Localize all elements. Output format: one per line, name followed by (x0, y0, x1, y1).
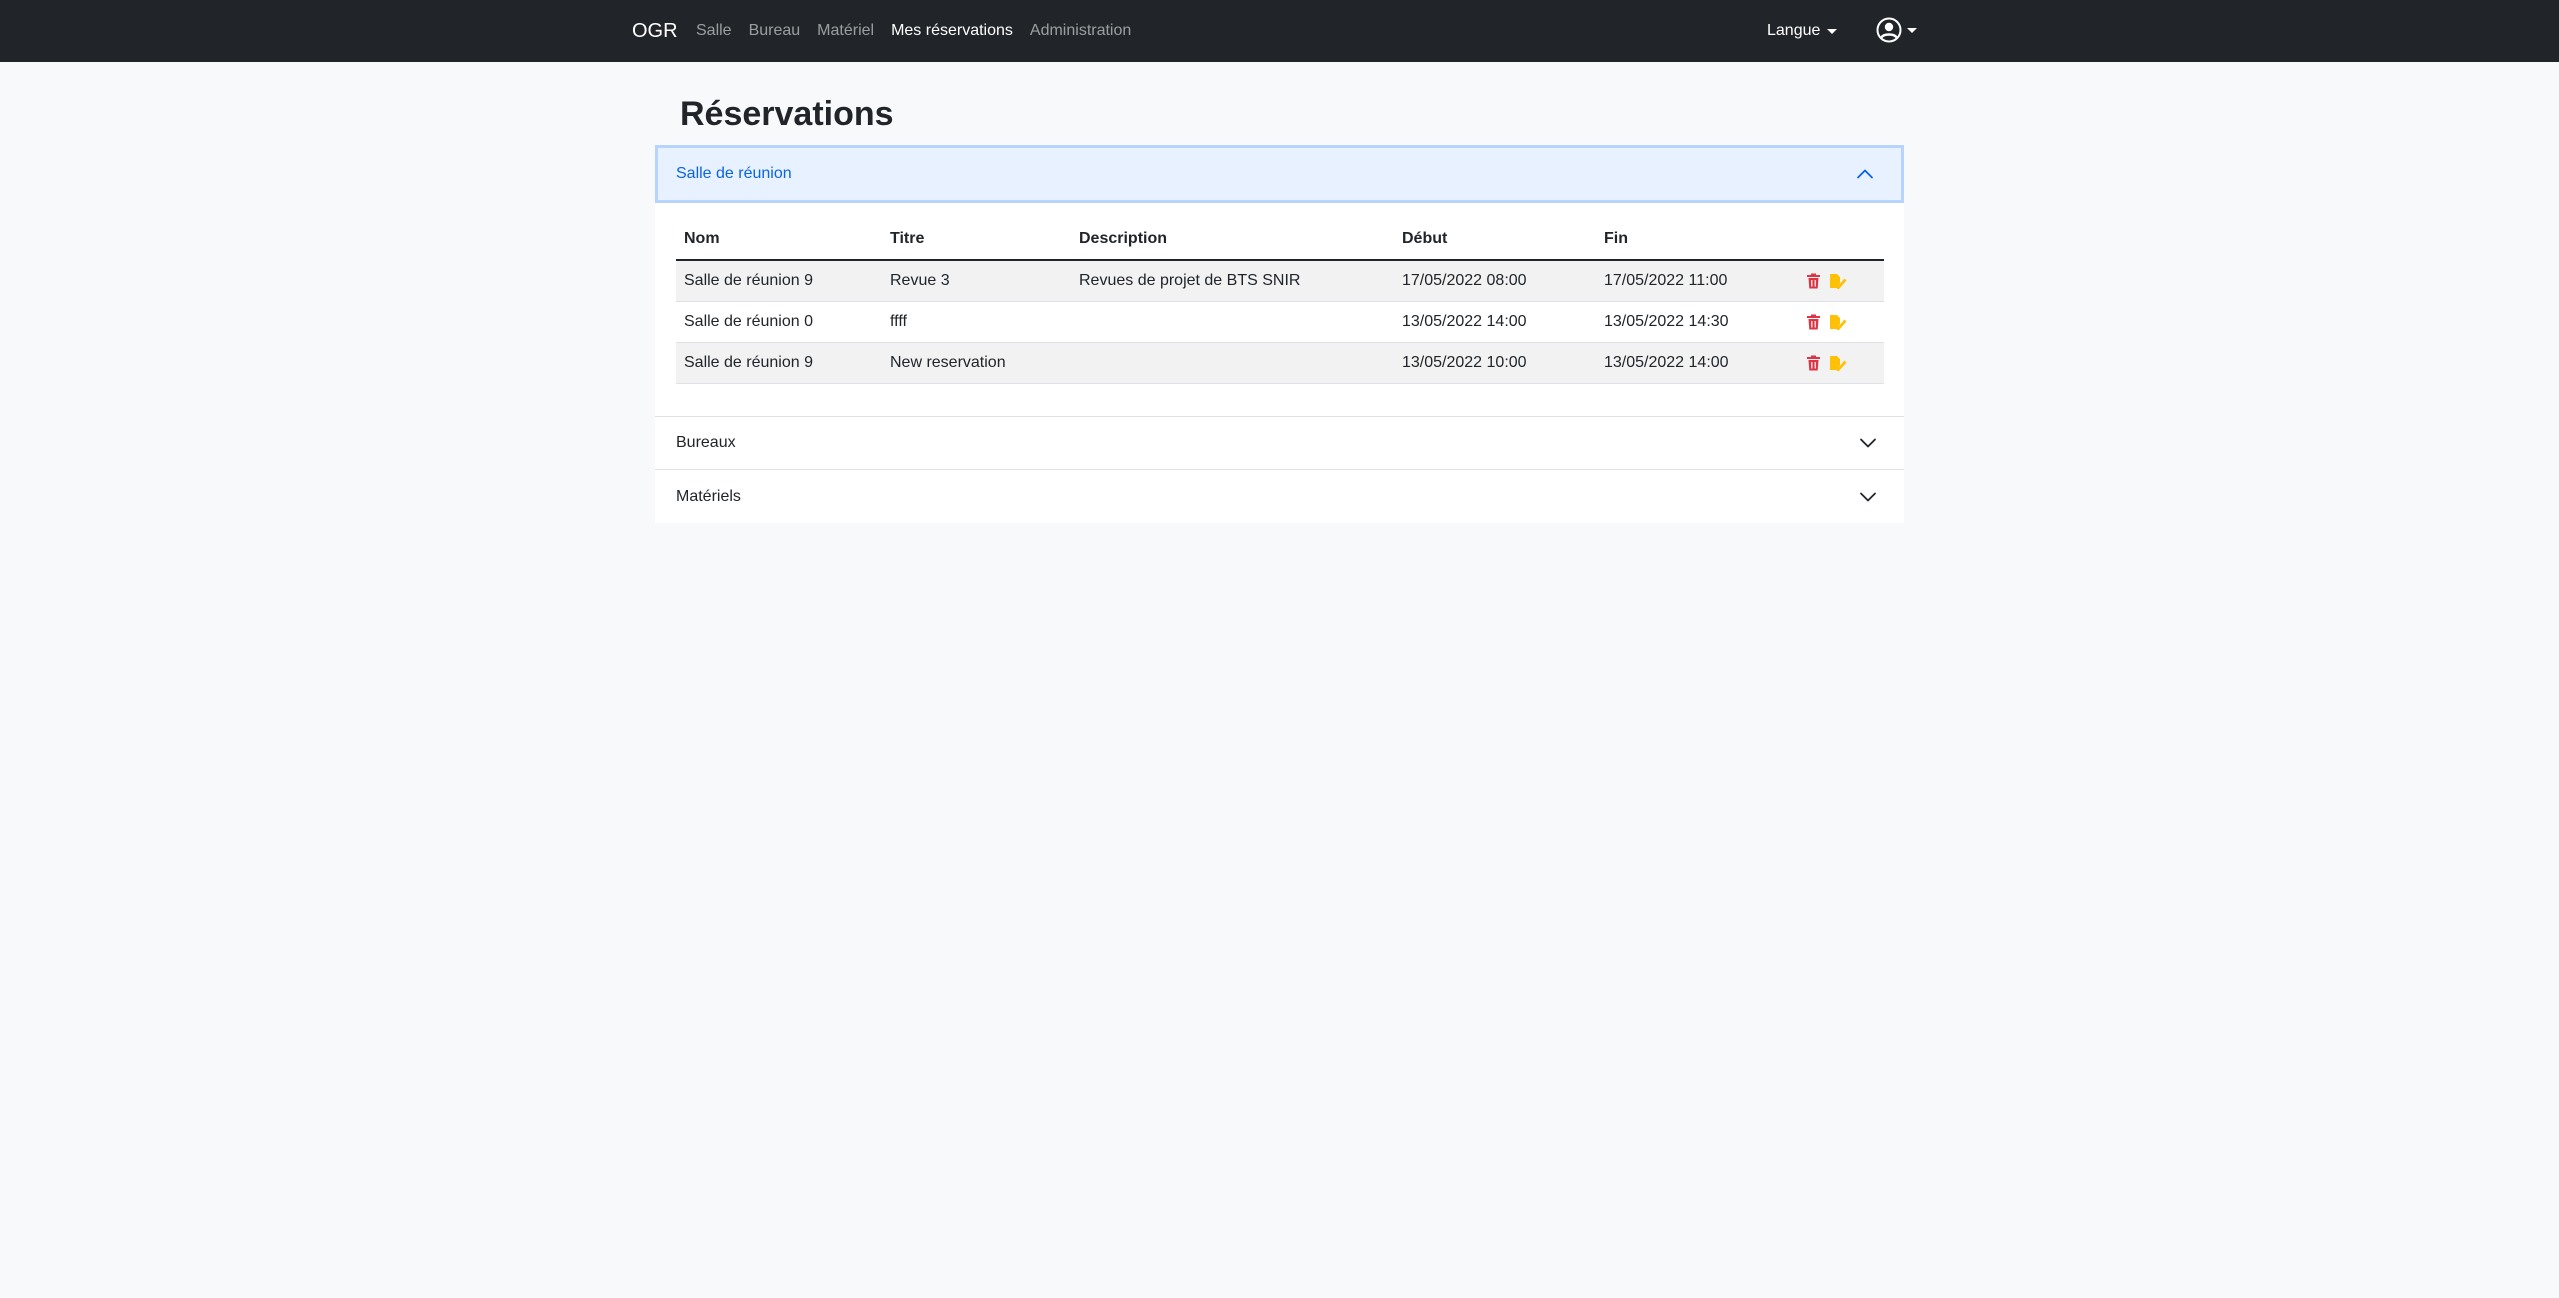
column-header-titre: Titre (882, 219, 1071, 261)
trash-icon[interactable] (1806, 355, 1821, 371)
page-title: Réservations (680, 95, 894, 133)
nav-links: Salle Bureau Matériel Mes réservations A… (696, 20, 1131, 42)
edit-icon[interactable] (1829, 355, 1847, 371)
cell-debut: 17/05/2022 08:00 (1394, 260, 1596, 302)
chevron-down-icon (1860, 438, 1876, 448)
table-row: Salle de réunion 9 New reservation 13/05… (676, 342, 1884, 384)
cell-titre: New reservation (882, 342, 1071, 384)
nav-link-materiel[interactable]: Matériel (817, 20, 874, 42)
column-header-actions (1798, 219, 1884, 261)
accordion-header-label: Matériels (676, 487, 741, 505)
user-circle-icon (1876, 17, 1902, 43)
accordion-header-salle-de-reunion[interactable]: Salle de réunion (655, 145, 1904, 203)
column-header-debut: Début (1394, 219, 1596, 261)
table-row: Salle de réunion 0 ffff 13/05/2022 14:00… (676, 301, 1884, 343)
reservations-accordion: Salle de réunion Nom Titre Description D… (655, 145, 1904, 523)
nav-link-bureau[interactable]: Bureau (749, 20, 801, 42)
cell-titre: ffff (882, 301, 1071, 343)
cell-description: Revues de projet de BTS SNIR (1071, 260, 1394, 302)
cell-fin: 13/05/2022 14:00 (1596, 342, 1798, 384)
accordion-header-label: Salle de réunion (676, 165, 792, 182)
nav-link-salle[interactable]: Salle (696, 20, 732, 42)
cell-fin: 13/05/2022 14:30 (1596, 301, 1798, 343)
cell-description (1071, 342, 1394, 384)
cell-titre: Revue 3 (882, 260, 1071, 302)
cell-fin: 17/05/2022 11:00 (1596, 260, 1798, 302)
column-header-nom: Nom (676, 219, 882, 261)
trash-icon[interactable] (1806, 273, 1821, 289)
brand-logo[interactable]: OGR (632, 17, 678, 45)
cell-debut: 13/05/2022 14:00 (1394, 301, 1596, 343)
nav-link-mes-reservations[interactable]: Mes réservations (891, 20, 1013, 42)
column-header-description: Description (1071, 219, 1394, 261)
caret-down-icon (1827, 28, 1838, 34)
chevron-down-icon (1860, 492, 1876, 501)
accordion-header-materiels[interactable]: Matériels (655, 470, 1904, 523)
edit-icon[interactable] (1829, 314, 1847, 330)
cell-nom: Salle de réunion 9 (676, 342, 882, 384)
cell-actions (1798, 342, 1884, 384)
cell-nom: Salle de réunion 0 (676, 301, 882, 343)
reservations-table: Nom Titre Description Début Fin Salle de… (676, 219, 1884, 384)
cell-actions (1798, 260, 1884, 302)
language-dropdown[interactable]: Langue (1767, 20, 1838, 42)
accordion-header-label: Bureaux (676, 434, 736, 451)
cell-actions (1798, 301, 1884, 343)
caret-down-icon (1907, 27, 1917, 33)
column-header-fin: Fin (1596, 219, 1798, 261)
navbar: OGR Salle Bureau Matériel Mes réservatio… (0, 0, 2559, 62)
chevron-up-icon (1857, 169, 1873, 179)
nav-link-administration[interactable]: Administration (1030, 20, 1131, 42)
table-row: Salle de réunion 9 Revue 3 Revues de pro… (676, 260, 1884, 302)
trash-icon[interactable] (1806, 314, 1821, 330)
language-label: Langue (1767, 22, 1821, 39)
user-menu-dropdown[interactable] (1876, 17, 1917, 43)
accordion-header-bureaux[interactable]: Bureaux (655, 417, 1904, 470)
cell-debut: 13/05/2022 10:00 (1394, 342, 1596, 384)
edit-icon[interactable] (1829, 273, 1847, 289)
cell-description (1071, 301, 1394, 343)
accordion-body-salle-de-reunion: Nom Titre Description Début Fin Salle de… (655, 203, 1904, 417)
cell-nom: Salle de réunion 9 (676, 260, 882, 302)
table-header-row: Nom Titre Description Début Fin (676, 219, 1884, 261)
